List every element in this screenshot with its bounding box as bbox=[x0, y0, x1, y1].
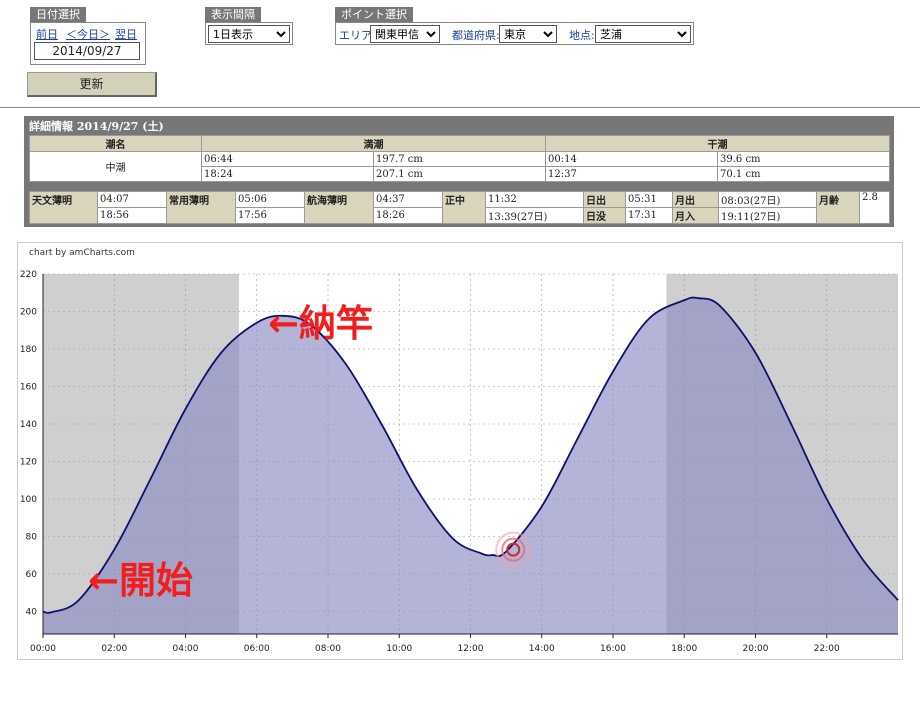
y-tick-label: 40 bbox=[26, 608, 38, 618]
y-tick-label: 220 bbox=[20, 270, 37, 280]
x-tick-label: 14:00 bbox=[529, 644, 555, 654]
x-tick-label: 18:00 bbox=[671, 644, 697, 654]
x-tick-label: 06:00 bbox=[244, 644, 270, 654]
x-tick-label: 20:00 bbox=[743, 644, 769, 654]
x-tick-label: 08:00 bbox=[315, 644, 341, 654]
y-tick-label: 100 bbox=[20, 495, 37, 505]
x-tick-label: 12:00 bbox=[458, 644, 484, 654]
y-tick-label: 160 bbox=[20, 383, 37, 393]
x-tick-label: 16:00 bbox=[600, 644, 626, 654]
y-tick-label: 140 bbox=[20, 420, 37, 430]
x-tick-label: 22:00 bbox=[814, 644, 840, 654]
annotation-start: ←開始 bbox=[88, 559, 193, 602]
tide-chart[interactable]: 40 60 80 100 120 140 160 180 200 220 00:00 02:00 04:… bbox=[0, 0, 920, 701]
y-tick-label: 200 bbox=[20, 308, 37, 318]
x-tick-label: 02:00 bbox=[101, 644, 127, 654]
y-tick-label: 60 bbox=[26, 570, 38, 580]
x-tick-label: 04:00 bbox=[173, 644, 199, 654]
y-tick-label: 180 bbox=[20, 345, 37, 355]
annotation-end: ←納竿 bbox=[268, 302, 373, 345]
y-tick-label: 80 bbox=[26, 533, 38, 543]
x-tick-label: 10:00 bbox=[386, 644, 412, 654]
y-tick-label: 120 bbox=[20, 458, 37, 468]
x-tick-label: 00:00 bbox=[30, 644, 56, 654]
